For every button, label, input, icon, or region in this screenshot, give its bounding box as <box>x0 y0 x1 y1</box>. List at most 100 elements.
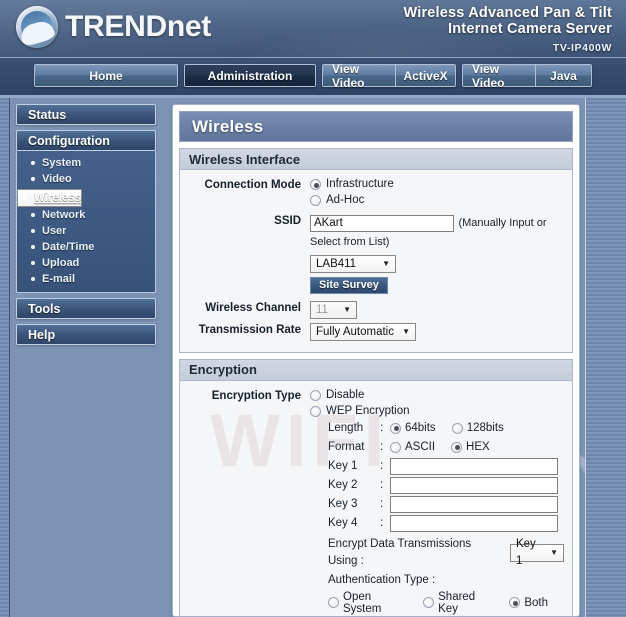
sidebar-item-user[interactable]: User <box>17 223 155 239</box>
wep-key4-input[interactable] <box>390 514 558 532</box>
page-title: Wireless <box>179 111 573 142</box>
encrypt-using-label: Encrypt Data Transmissions Using : <box>328 537 472 567</box>
nav-tab-administration[interactable]: Administration <box>184 64 316 87</box>
view-video-activex-primary: View Video <box>323 62 395 90</box>
bullet-icon <box>31 213 35 217</box>
wireless-channel-value: 11 <box>316 303 328 316</box>
radio-wep-dot[interactable] <box>310 405 321 417</box>
transmission-rate-row: Transmission Rate Fully Automatic ▼ <box>188 322 564 341</box>
radio-auth-both-dot[interactable] <box>509 597 521 608</box>
radio-length-128-dot[interactable] <box>451 422 463 434</box>
encryption-section: Encryption Encryption Type Disable WEP E… <box>179 358 573 616</box>
sidebar-item-system[interactable]: System <box>17 155 155 171</box>
product-title-line1: Wireless Advanced Pan & Tilt <box>403 5 612 21</box>
radio-format-ascii[interactable]: ASCII <box>390 439 435 456</box>
colon-separator: : <box>380 459 384 472</box>
sidebar-item-help[interactable]: Help <box>16 324 156 345</box>
ssid-list-value: LAB411 <box>316 257 357 270</box>
wep-key1-input[interactable] <box>390 457 558 475</box>
radio-auth-shared[interactable]: Shared Key <box>423 591 493 615</box>
ssid-input[interactable] <box>310 214 454 232</box>
ssid-label: SSID <box>274 215 301 227</box>
colon-separator: : <box>380 497 384 510</box>
nav-tab-view-video-java[interactable]: View Video Java <box>462 62 592 90</box>
wep-format-label: Format <box>328 440 365 453</box>
radio-infrastructure-dot[interactable] <box>310 179 321 190</box>
radio-disable-dot[interactable] <box>310 389 321 401</box>
radio-auth-open-dot[interactable] <box>328 597 339 608</box>
radio-auth-shared-dot[interactable] <box>423 597 435 608</box>
wep-key2-label: Key 2 <box>328 478 358 491</box>
header-banner: TRENDnet Wireless Advanced Pan & Tilt In… <box>0 0 626 58</box>
radio-format-ascii-dot[interactable] <box>390 441 401 453</box>
colon-separator: : <box>380 440 384 453</box>
brand-logo: TRENDnet <box>16 6 211 48</box>
radio-length-64[interactable]: 64bits <box>390 420 436 437</box>
bullet-icon <box>31 245 35 249</box>
wep-key3-row: Key 3 : <box>328 495 564 513</box>
wireless-interface-heading: Wireless Interface <box>180 148 572 170</box>
radio-length-64-dot[interactable] <box>390 422 401 434</box>
transmission-rate-dropdown[interactable]: Fully Automatic ▼ <box>310 322 416 341</box>
sidebar: Status Configuration System Video Wirele… <box>16 98 156 617</box>
radio-length-128[interactable]: 128bits <box>451 420 504 437</box>
wep-key3-input[interactable] <box>390 495 558 513</box>
ssid-row: SSID (Manually Input or Select from List… <box>188 213 564 294</box>
main-navigation: Home Administration View Video ActiveX V… <box>0 58 626 98</box>
sidebar-item-upload[interactable]: Upload <box>17 255 155 271</box>
bullet-icon <box>31 261 35 265</box>
product-title: Wireless Advanced Pan & Tilt Internet Ca… <box>403 5 612 56</box>
sidebar-item-network[interactable]: Network <box>17 207 155 223</box>
site-survey-button[interactable]: Site Survey <box>310 276 388 294</box>
bullet-icon <box>31 177 35 181</box>
chevron-down-icon: ▼ <box>550 547 558 557</box>
auth-type-label: Authentication Type : <box>328 573 436 586</box>
bullet-icon <box>23 196 27 200</box>
nav-tab-home[interactable]: Home <box>34 64 178 87</box>
sidebar-item-tools[interactable]: Tools <box>16 298 156 319</box>
wireless-channel-label: Wireless Channel <box>205 301 301 314</box>
radio-disable-label: Disable <box>326 388 365 401</box>
sidebar-item-video-label: Video <box>42 173 72 185</box>
wireless-channel-dropdown[interactable]: 11 ▼ <box>310 300 357 319</box>
sidebar-item-wireless[interactable]: Wireless <box>17 189 83 207</box>
chevron-down-icon: ▼ <box>382 258 390 268</box>
sidebar-item-datetime-label: Date/Time <box>42 241 95 253</box>
nav-tab-view-video-activex[interactable]: View Video ActiveX <box>322 62 456 90</box>
radio-format-hex-dot[interactable] <box>451 441 463 453</box>
radio-auth-both[interactable]: Both <box>509 597 548 609</box>
nav-tab-home-label: Home <box>35 65 177 86</box>
sidebar-item-email[interactable]: E-mail <box>17 271 155 287</box>
radio-wep[interactable]: WEP Encryption <box>310 404 564 419</box>
radio-length-128-label: 128bits <box>466 421 504 434</box>
wireless-channel-row: Wireless Channel 11 ▼ <box>188 300 564 319</box>
ssid-list-dropdown[interactable]: LAB411 ▼ <box>310 254 396 273</box>
radio-infrastructure-label: Infrastructure <box>326 178 394 190</box>
radio-adhoc-dot[interactable] <box>310 195 321 206</box>
sidebar-configuration-submenu: System Video Wireless Network User Date/… <box>16 151 156 293</box>
view-video-java-primary: View Video <box>463 62 535 90</box>
radio-format-hex[interactable]: HEX <box>451 439 490 456</box>
page-body: WIFI Status Configuration System Video W… <box>0 98 626 617</box>
radio-disable[interactable]: Disable <box>310 388 564 403</box>
radio-adhoc[interactable]: Ad-Hoc <box>310 193 564 208</box>
radio-auth-open[interactable]: Open System <box>328 591 407 615</box>
sidebar-item-video[interactable]: Video <box>17 171 155 187</box>
chevron-down-icon: ▼ <box>343 304 351 314</box>
sidebar-item-datetime[interactable]: Date/Time <box>17 239 155 255</box>
radio-format-ascii-label: ASCII <box>405 440 436 453</box>
wep-key1-label: Key 1 <box>328 459 358 472</box>
colon-separator: : <box>380 421 384 434</box>
sidebar-item-status[interactable]: Status <box>16 104 156 125</box>
encryption-type-label: Encryption Type <box>211 389 301 402</box>
radio-auth-open-label: Open System <box>343 590 382 615</box>
encrypt-using-dropdown[interactable]: Key 1 ▼ <box>509 538 564 567</box>
wep-key2-input[interactable] <box>390 476 558 494</box>
encryption-heading: Encryption <box>180 358 572 381</box>
nav-tab-administration-label: Administration <box>185 65 315 86</box>
bullet-icon <box>31 277 35 281</box>
auth-type-row: Authentication Type : <box>328 572 564 589</box>
sidebar-item-configuration[interactable]: Configuration <box>16 130 156 151</box>
encrypt-using-row: Encrypt Data Transmissions Using : Key 1… <box>328 536 564 570</box>
radio-infrastructure[interactable]: Infrastructure <box>310 177 564 192</box>
